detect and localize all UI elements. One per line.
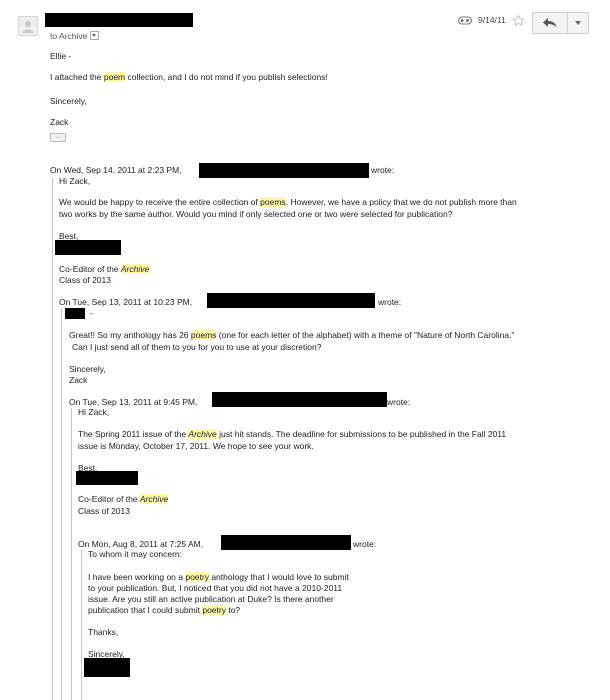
quote4-line3: issue. Are you still an active publicati…: [88, 594, 334, 604]
quote1-greeting: Hi Zack,: [59, 176, 91, 186]
quote3-title: Co-Editor of the Archive: [78, 494, 169, 505]
quote4-greeting: To whom it may concern:: [88, 549, 183, 559]
highlighted-term: poetry: [202, 605, 226, 615]
more-options-button[interactable]: [568, 13, 588, 33]
quote-text: just hit stands. The deadline for submis…: [216, 429, 507, 439]
quote-text: Co-Editor of the: [59, 264, 121, 274]
quote2-author-redacted: [207, 293, 375, 308]
quote3-greeting: Hi Zack,: [78, 407, 110, 417]
quote1-paragraph-line2: two works by the same author. Would you …: [59, 209, 453, 219]
quote2-wrote: wrote:: [378, 297, 402, 307]
show-trimmed-content-button[interactable]: ...: [50, 133, 66, 142]
quote1-title: Co-Editor of the Archive: [59, 264, 150, 275]
highlighted-term: Archive: [188, 429, 217, 439]
quote-text: Great!! So my anthology has 26: [69, 330, 191, 340]
highlighted-term: poetry: [185, 572, 209, 582]
recipient-line[interactable]: to Archive: [50, 31, 100, 42]
quote3-author-redacted: [212, 392, 387, 407]
quote-text: (one for each letter of the alphabet) wi…: [216, 330, 515, 340]
label-icon[interactable]: [458, 16, 472, 25]
quote2-attribution: On Tue, Sep 13, 2011 at 10:23 PM,: [59, 297, 193, 307]
sender-name-redacted: [45, 13, 193, 27]
star-icon[interactable]: [512, 14, 525, 27]
quote-text: I have been working on a: [88, 572, 186, 582]
message-date: 9/14/11: [478, 15, 506, 25]
quote-text: Co-Editor of the: [78, 494, 140, 504]
quote1-attribution: On Wed, Sep 14, 2011 at 2:23 PM,: [50, 165, 182, 175]
quote4-line4: publication that I could submit poetry t…: [88, 605, 240, 616]
quote2-bar: [61, 308, 62, 700]
quote4-author-redacted: [221, 535, 351, 550]
reply-icon: [543, 18, 557, 28]
quote4-signature-redacted: [84, 658, 130, 677]
highlighted-term: Archive: [120, 264, 150, 274]
quote1-author-redacted: [199, 163, 369, 178]
quote4-wrote: wrote:: [353, 539, 377, 549]
quote-text: The Spring 2011 issue of the: [78, 429, 189, 439]
body-signature: Zack: [50, 117, 69, 127]
body-text: I attached the: [50, 72, 104, 82]
person-icon: [22, 21, 34, 33]
quote-text: anthology that I would love to submit: [208, 572, 349, 582]
quote4-thanks: Thanks,: [88, 627, 119, 637]
quote-text: publication that I could submit: [88, 605, 203, 615]
reply-button[interactable]: [533, 13, 568, 33]
quote2-dash: -: [90, 308, 93, 318]
highlighted-term: poems: [190, 330, 217, 340]
quote2-closing: Sincerely,: [69, 364, 106, 374]
quote3-paragraph-line2: issue is Monday, October 17, 2011. We ho…: [78, 441, 314, 451]
details-dropdown-icon[interactable]: [90, 31, 100, 41]
quote-text: We would be happy to receive the entire …: [59, 197, 261, 207]
highlighted-term: poem: [103, 72, 126, 82]
reply-button-group: [532, 12, 589, 34]
quote1-paragraph-line1: We would be happy to receive the entire …: [59, 197, 517, 208]
quote2-signature: Zack: [69, 375, 88, 385]
quote3-signature-redacted: [76, 471, 138, 485]
quote2-paragraph-line2: Can I just send all of them to you for y…: [72, 342, 322, 352]
highlighted-term: poems: [260, 197, 286, 207]
body-text: collection, and I do not mind if you pub…: [125, 72, 328, 82]
quote1-bar: [52, 178, 53, 700]
recipient-label: to Archive: [50, 31, 88, 41]
quote1-class: Class of 2013: [59, 275, 111, 285]
quote3-paragraph-line1: The Spring 2011 issue of the Archive jus…: [78, 429, 506, 440]
sender-avatar: [18, 16, 38, 36]
body-greeting: Ellie -: [50, 51, 72, 61]
quote3-class: Class of 2013: [78, 506, 130, 516]
quote2-greeting-redacted: [65, 308, 85, 319]
quote-text: to?: [225, 605, 241, 615]
quote-text: . However, we have a policy that we do n…: [285, 197, 517, 207]
highlighted-term: Archive: [139, 494, 169, 504]
quote4-line1: I have been working on a poetry antholog…: [88, 572, 349, 583]
quote1-signature-redacted: [55, 240, 121, 255]
quote3-bar: [71, 408, 72, 700]
body-paragraph: I attached the poem collection, and I do…: [50, 72, 328, 83]
body-closing: Sincerely,: [50, 96, 87, 106]
quote4-bar: [81, 550, 82, 700]
quote2-paragraph-line1: Great!! So my anthology has 26 poems (on…: [69, 330, 514, 341]
quote1-wrote: wrote:: [371, 165, 395, 175]
quote3-wrote: wrote:: [387, 397, 411, 407]
quote4-line2: to your publication. But, I noticed that…: [88, 583, 343, 593]
